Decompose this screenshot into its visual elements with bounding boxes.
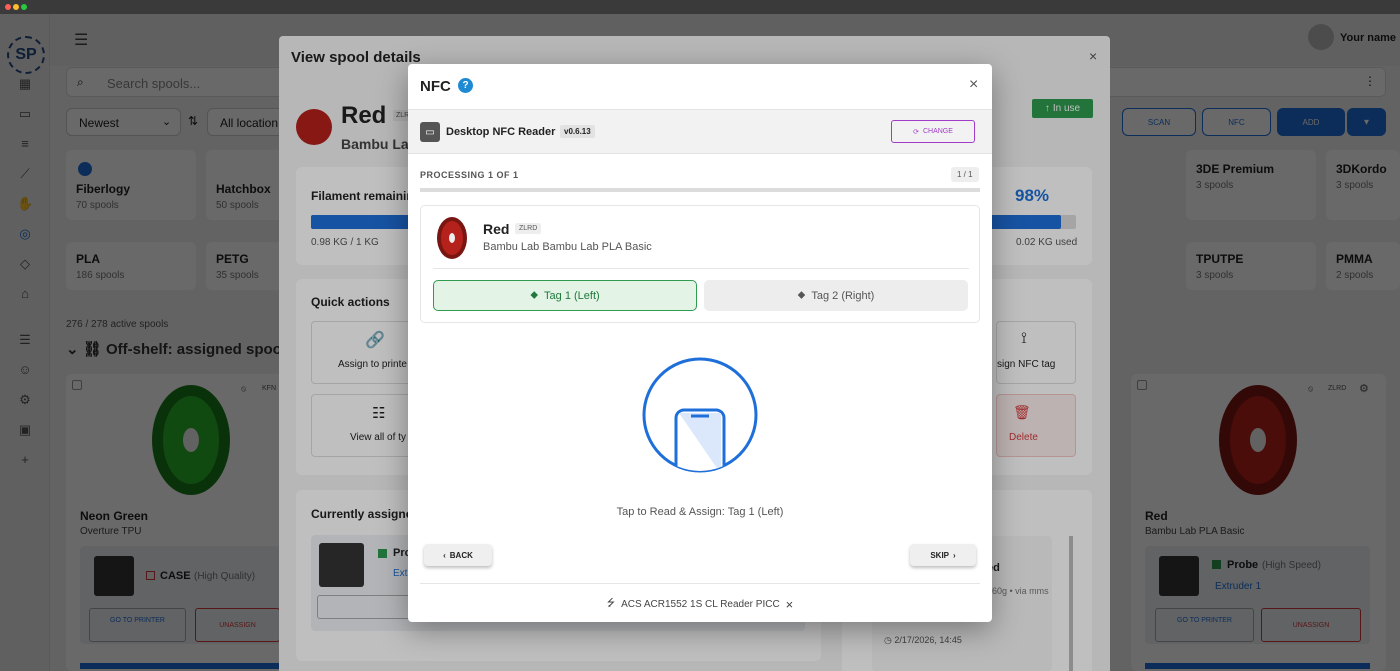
nfc-dialog: NFC ? × ▭ Desktop NFC Reader v0.6.13 ⟳ CH…: [408, 64, 992, 622]
change-reader-button[interactable]: ⟳ CHANGE: [891, 120, 975, 143]
skip-label: SKIP: [930, 550, 949, 560]
tag-icon: ⬥: [530, 289, 539, 301]
tag2-button[interactable]: ⬥ Tag 2 (Right): [704, 280, 968, 311]
maximize-window-dot[interactable]: [21, 4, 27, 10]
usb-icon: ⭍: [606, 598, 616, 609]
window-titlebar: [0, 0, 1400, 14]
spool-info-card: Red ZLRD Bambu Lab Bambu Lab PLA Basic ⬥…: [420, 205, 980, 323]
chevron-left-icon: ‹: [443, 550, 446, 560]
reader-bar: ▭ Desktop NFC Reader v0.6.13 ⟳ CHANGE: [408, 109, 992, 154]
tag-icon: ⬥: [797, 289, 806, 301]
progress-track: [420, 188, 980, 192]
spool-code: ZLRD: [515, 223, 542, 234]
spool-name: Red: [483, 221, 510, 237]
tag1-label: Tag 1 (Left): [544, 289, 600, 302]
progress-count: 1 / 1: [951, 167, 979, 182]
close-window-dot[interactable]: [5, 4, 11, 10]
close-icon[interactable]: ×: [969, 76, 978, 94]
back-label: BACK: [449, 550, 473, 560]
tag1-button[interactable]: ⬥ Tag 1 (Left): [433, 280, 697, 311]
help-glyph: ?: [462, 80, 469, 91]
skip-button[interactable]: SKIP ›: [910, 544, 976, 566]
close-icon[interactable]: ×: [786, 597, 794, 612]
device-name: ACS ACR1552 1S CL Reader PICC: [621, 599, 780, 610]
minimize-window-dot[interactable]: [13, 4, 19, 10]
spool-image: [437, 217, 467, 259]
help-icon[interactable]: ?: [458, 78, 473, 93]
nfc-title: NFC: [420, 78, 451, 95]
reader-name: Desktop NFC Reader: [446, 126, 556, 138]
instruction-text: Tap to Read & Assign: Tag 1 (Left): [616, 506, 784, 518]
spool-sub: Bambu Lab Bambu Lab PLA Basic: [483, 241, 652, 253]
device-row: ⭍ ACS ACR1552 1S CL Reader PICC ×: [408, 596, 992, 613]
monitor-icon: ▭: [420, 122, 440, 142]
reader-version: v0.6.13: [560, 125, 595, 138]
tag2-label: Tag 2 (Right): [811, 289, 875, 302]
chevron-right-icon: ›: [953, 550, 956, 560]
change-label: CHANGE: [922, 128, 953, 135]
divider: [420, 583, 980, 584]
refresh-icon: ⟳: [913, 128, 919, 136]
back-button[interactable]: ‹ BACK: [424, 544, 492, 566]
processing-label: PROCESSING 1 OF 1: [420, 170, 519, 180]
divider: [433, 268, 969, 269]
progress-fill: [420, 188, 980, 192]
phone-tap-icon: [642, 357, 758, 473]
